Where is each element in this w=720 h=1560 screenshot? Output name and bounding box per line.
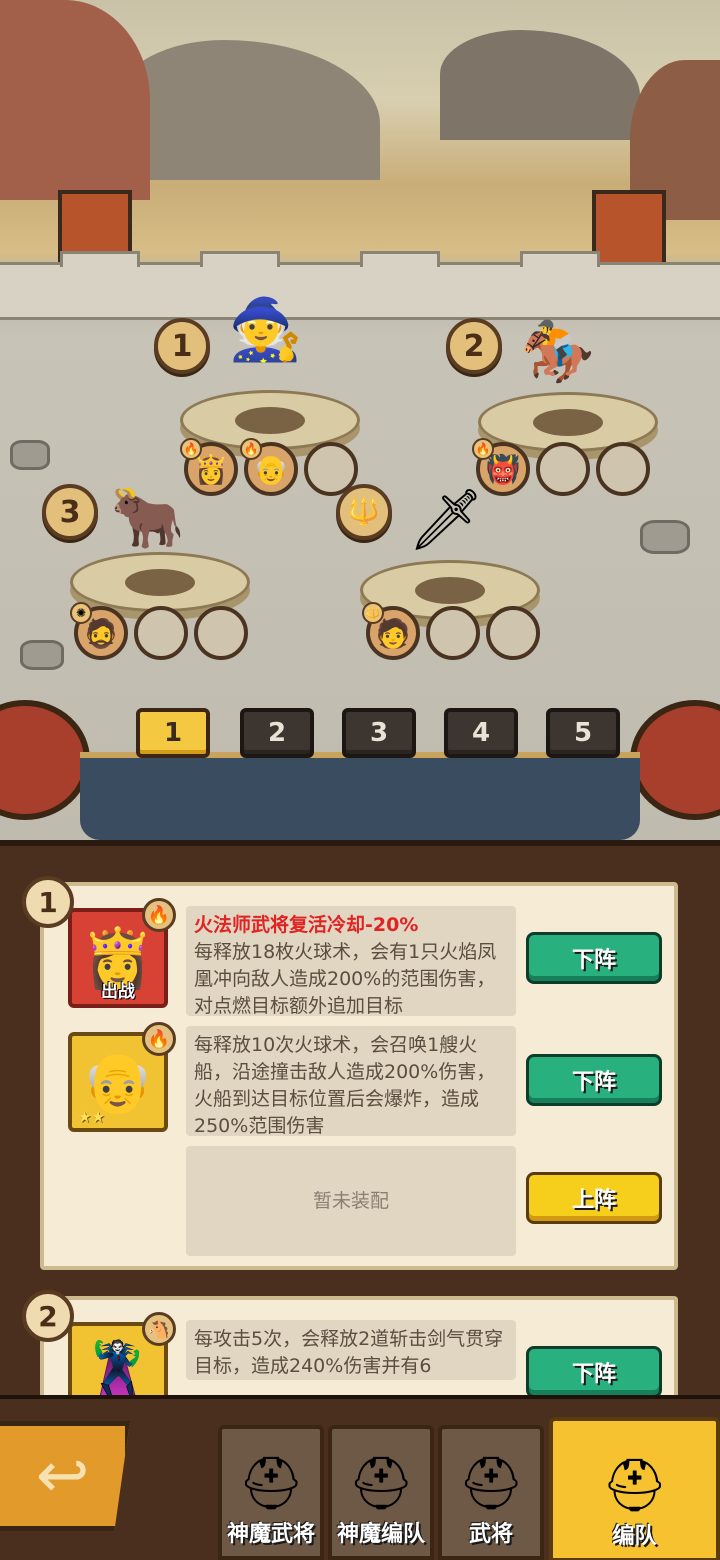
- hero-pedestal[interactable]: [70, 552, 250, 612]
- battlefield: 🧙 1 🔥 👸 🔥 👴 🏇 2 🔥 👹 🐂 3 ✺ 🧔 🗡 🔱 🔱 🧑 1 2 3 4 5: [0, 0, 720, 840]
- hero-pedestal[interactable]: [180, 390, 360, 450]
- helmet-icon: ⛑: [237, 1454, 304, 1514]
- stone: [10, 440, 50, 470]
- wall-block: [200, 251, 280, 267]
- fire-element-icon: 🔥: [142, 898, 176, 932]
- effect-text: 火法师武将复活冷却-20%: [194, 914, 419, 936]
- nav-item-formation[interactable]: ⛑ 编队: [549, 1417, 720, 1560]
- card-number: 1: [22, 876, 74, 928]
- deployed-tag: 出战: [101, 982, 135, 1002]
- nav-label: 神魔武将: [226, 1522, 315, 1547]
- hero-red-general[interactable]: 🏇: [520, 322, 595, 382]
- war-ship: [80, 752, 640, 840]
- war-drum-left: [0, 700, 90, 820]
- fire-element-icon: 🔥: [472, 438, 494, 460]
- card-number: 2: [22, 1290, 74, 1342]
- team-tab-1[interactable]: 1: [136, 708, 210, 758]
- war-drum-right: [630, 700, 720, 820]
- helmet-icon: ⛑: [347, 1454, 414, 1514]
- back-arrow-icon: ↩: [35, 1439, 90, 1513]
- hero-portrait[interactable]: 👴 🔥 ★★: [68, 1022, 176, 1132]
- fire-element-icon: 🔥: [240, 438, 262, 460]
- empty-hero-slot[interactable]: [486, 606, 540, 660]
- banner-right: [592, 190, 666, 270]
- hero-portrait[interactable]: 👸 🔥 出战: [68, 898, 176, 1008]
- hero-skill-description: 每释放10次火球术，会召唤1艘火船，沿途撞击敌人造成200%伤害，火船到达目标位…: [186, 1026, 516, 1136]
- empty-hero-slot[interactable]: [426, 606, 480, 660]
- empty-hero-slot[interactable]: [134, 606, 188, 660]
- wall-block: [60, 251, 140, 267]
- slot-number: 1: [154, 318, 210, 374]
- hero-sage[interactable]: 🧙: [228, 300, 303, 360]
- formation-card: 🦹 🐴 每攻击5次，会释放2道斩击剑气贯穿目标，造成240%伤害并有6 下阵: [40, 1296, 678, 1401]
- star-rating: ★★: [78, 1108, 105, 1126]
- equipped-hero-slot[interactable]: 🔥 👴: [240, 438, 298, 496]
- description-text: 每攻击5次，会释放2道斩击剑气贯穿目标，造成240%伤害并有6: [194, 1328, 504, 1377]
- empty-hero-slot[interactable]: [536, 442, 590, 496]
- equipped-hero-slot[interactable]: ✺ 🧔: [70, 602, 128, 660]
- hero-skill-description: 每攻击5次，会释放2道斩击剑气贯穿目标，造成240%伤害并有6: [186, 1320, 516, 1380]
- hero-portrait[interactable]: 🦹 🐴: [68, 1312, 176, 1401]
- unequip-button[interactable]: 下阵: [526, 932, 662, 984]
- helmet-icon: ⛑: [457, 1454, 524, 1514]
- team-tab-5[interactable]: 5: [546, 708, 620, 758]
- formation-panel: 1 👸 🔥 出战 火法师武将复活冷却-20% 每释放18枚火球术，会有1只火焰凤…: [0, 840, 720, 1401]
- equipped-hero-slot[interactable]: 🔥 👸: [180, 438, 238, 496]
- description-text: 每释放10次火球术，会召唤1艘火船，沿途撞击敌人造成200%伤害，火船到达目标位…: [194, 1034, 496, 1136]
- empty-hero-slot[interactable]: [596, 442, 650, 496]
- slot-number: 2: [446, 318, 502, 374]
- equip-button[interactable]: 上阵: [526, 1172, 662, 1224]
- unequip-button[interactable]: 下阵: [526, 1054, 662, 1106]
- description-text: 每释放18枚火球术，会有1只火焰凤凰冲向敌人造成200%的范围伤害，对点燃目标额…: [194, 941, 497, 1016]
- empty-slot-text: 暂未装配: [312, 1189, 389, 1212]
- nav-item-divine-heroes[interactable]: ⛑ 神魔武将: [218, 1425, 324, 1560]
- hero-skill-description: 火法师武将复活冷却-20% 每释放18枚火球术，会有1只火焰凤凰冲向敌人造成20…: [186, 906, 516, 1016]
- hero-horned-warrior[interactable]: 🐂: [110, 488, 185, 548]
- bottom-nav: ↩ ⛑ 神魔武将 ⛑ 神魔编队 ⛑ 武将 ⛑ 编队: [0, 1395, 720, 1560]
- sun-element-icon: ✺: [70, 602, 92, 624]
- hero-green-swordsman[interactable]: 🗡: [408, 490, 484, 550]
- trident-element-icon: 🔱: [362, 602, 384, 624]
- equipped-hero-slot[interactable]: 🔥 👹: [472, 438, 530, 496]
- helmet-icon: ⛑: [601, 1456, 668, 1516]
- horse-element-icon: 🐴: [142, 1312, 176, 1346]
- stone: [20, 640, 64, 670]
- trident-slot-icon: 🔱: [336, 484, 392, 540]
- fire-element-icon: 🔥: [180, 438, 202, 460]
- nav-item-divine-formation[interactable]: ⛑ 神魔编队: [328, 1425, 434, 1560]
- stone: [640, 520, 690, 554]
- unequip-button[interactable]: 下阵: [526, 1346, 662, 1398]
- formation-card: 👸 🔥 出战 火法师武将复活冷却-20% 每释放18枚火球术，会有1只火焰凤凰冲…: [40, 882, 678, 1270]
- equipped-hero-slot[interactable]: 🔱 🧑: [362, 602, 420, 660]
- nav-label: 编队: [612, 1524, 657, 1549]
- empty-slot-placeholder: 暂未装配: [186, 1146, 516, 1256]
- nav-label: 神魔编队: [336, 1522, 425, 1547]
- wall-block: [360, 251, 440, 267]
- nav-label: 武将: [468, 1522, 513, 1547]
- team-tab-2[interactable]: 2: [240, 708, 314, 758]
- fire-element-icon: 🔥: [142, 1022, 176, 1056]
- wall-block: [520, 251, 600, 267]
- nav-item-heroes[interactable]: ⛑ 武将: [438, 1425, 544, 1560]
- team-tab-3[interactable]: 3: [342, 708, 416, 758]
- mountain: [120, 40, 380, 180]
- fortress-wall: [0, 251, 720, 320]
- team-tab-4[interactable]: 4: [444, 708, 518, 758]
- back-button[interactable]: ↩: [0, 1421, 130, 1531]
- slot-number: 3: [42, 484, 98, 540]
- cliff: [0, 0, 150, 200]
- mountain: [440, 30, 640, 140]
- empty-hero-slot[interactable]: [194, 606, 248, 660]
